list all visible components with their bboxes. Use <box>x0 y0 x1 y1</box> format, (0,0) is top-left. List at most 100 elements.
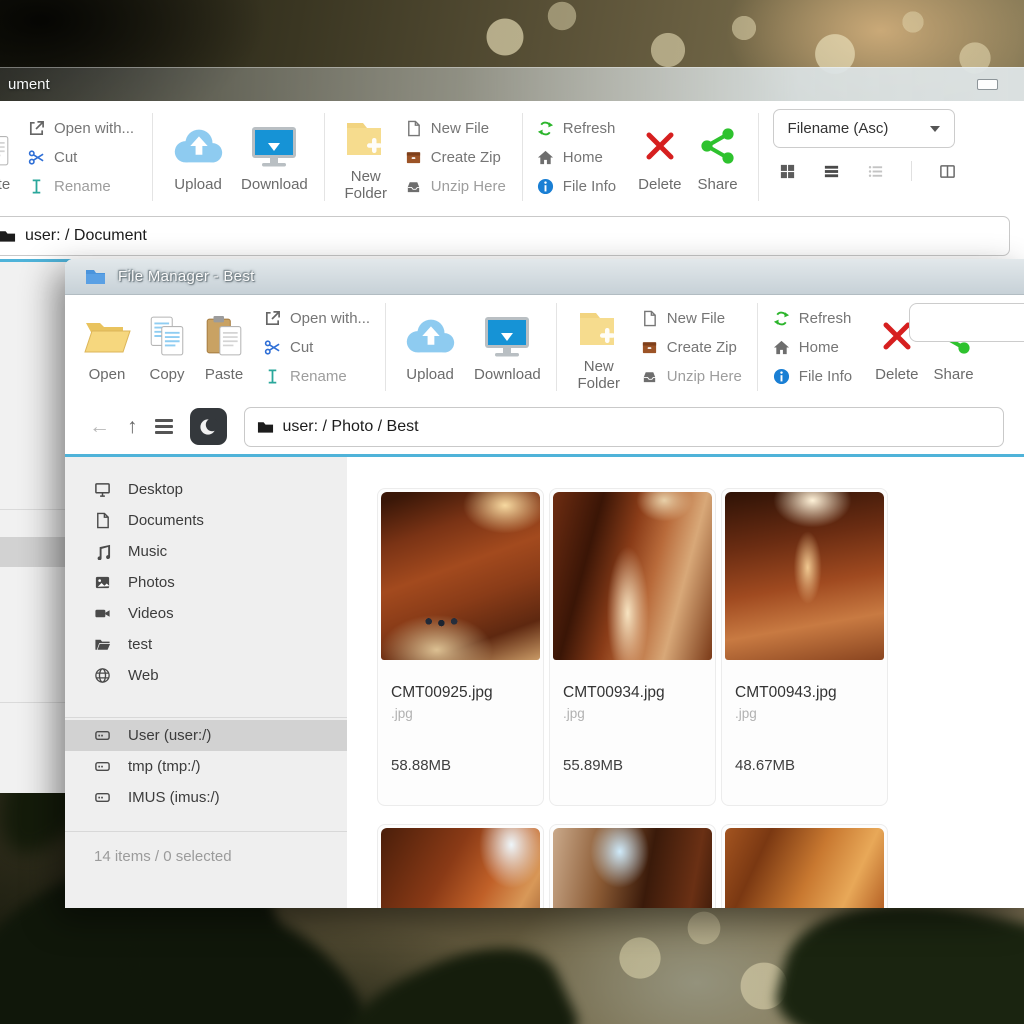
file-info-label: File Info <box>563 178 616 195</box>
unzip-here-button[interactable]: Unzip Here <box>641 367 742 385</box>
home-label: Home <box>563 149 603 166</box>
delete-button[interactable]: Delete <box>638 120 681 193</box>
image-icon <box>94 574 111 591</box>
share-button[interactable]: Share <box>698 120 738 193</box>
new-folder-icon <box>343 112 389 164</box>
sidebar-item-label: IMUS (imus:/) <box>128 789 220 806</box>
file-thumbnail[interactable] <box>381 492 540 660</box>
sidebar-item-label: Photos <box>128 574 175 591</box>
paste-label: Paste <box>205 366 243 383</box>
unzip-here-button[interactable]: Unzip Here <box>405 177 506 195</box>
breadcrumb[interactable]: user: / Photo / Best <box>244 407 1005 447</box>
sidebar-item-photos[interactable]: Photos <box>65 567 347 598</box>
open-with-button[interactable]: Open with... <box>264 309 370 327</box>
sidebar-item-drive-imus[interactable]: IMUS (imus:/) <box>65 782 347 813</box>
columns-view-icon[interactable] <box>939 163 956 180</box>
upload-cloud-icon <box>401 310 459 362</box>
file-thumbnail[interactable] <box>381 828 540 908</box>
rename-button[interactable]: Rename <box>28 177 134 195</box>
window-title: File Manager - Best <box>118 268 255 285</box>
unzip-here-icon <box>641 368 658 385</box>
cut-button[interactable]: Cut <box>28 148 134 166</box>
sidebar-item-label: Music <box>128 543 167 560</box>
create-zip-icon <box>405 149 422 166</box>
sidebar-item-videos[interactable]: Videos <box>65 598 347 629</box>
file-info-icon <box>773 368 790 385</box>
sidebar-item-documents[interactable]: Documents <box>65 505 347 536</box>
file-ext: .jpg <box>735 706 887 721</box>
rename-button[interactable]: Rename <box>264 367 370 385</box>
file-info-button[interactable]: File Info <box>537 177 616 195</box>
file-card[interactable]: CMT00934.jpg .jpg 55.89MB <box>549 488 716 806</box>
file-card[interactable]: CMT00943.jpg .jpg 48.67MB <box>721 488 888 806</box>
file-card[interactable] <box>549 824 716 908</box>
window-folder-icon <box>85 268 106 285</box>
file-size: 58.88MB <box>391 757 543 774</box>
sidebar-item-label: tmp (tmp:/) <box>128 758 201 775</box>
new-folder-icon <box>576 302 622 354</box>
titlebar[interactable]: ument <box>0 67 1024 101</box>
copy-button[interactable]: Copy <box>146 310 188 383</box>
upload-cloud-icon <box>169 120 227 172</box>
new-file-button[interactable]: New File <box>405 119 506 137</box>
upload-button[interactable]: Upload <box>401 310 459 383</box>
open-button[interactable]: Open <box>83 310 131 383</box>
open-with-button[interactable]: Open with... <box>28 119 134 137</box>
home-button[interactable]: Home <box>773 338 852 356</box>
sidebar-item-label: test <box>128 636 152 653</box>
sidebar-item-music[interactable]: Music <box>65 536 347 567</box>
download-label: Download <box>241 176 308 193</box>
paste-button[interactable]: Paste <box>203 310 245 383</box>
file-info-icon <box>537 178 554 195</box>
sidebar-item-drive-tmp[interactable]: tmp (tmp:/) <box>65 751 347 782</box>
up-arrow-icon[interactable]: ↑ <box>127 416 138 437</box>
sidebar-item-test[interactable]: test <box>65 629 347 660</box>
refresh-button[interactable]: Refresh <box>773 309 852 327</box>
file-thumbnail[interactable] <box>553 492 712 660</box>
file-card[interactable]: CMT00925.jpg .jpg 58.88MB <box>377 488 544 806</box>
music-note-icon <box>94 543 111 560</box>
copy-icon <box>146 310 188 362</box>
download-button[interactable]: Download <box>474 310 541 383</box>
minimize-button[interactable] <box>977 79 998 90</box>
breadcrumb[interactable]: user: / Document <box>0 216 1010 256</box>
download-button[interactable]: Download <box>241 120 308 193</box>
file-thumbnail[interactable] <box>553 828 712 908</box>
new-file-button[interactable]: New File <box>641 309 742 327</box>
sort-dropdown-clipped[interactable] <box>909 303 1024 342</box>
cut-label: Cut <box>54 149 77 166</box>
sidebar-item-desktop[interactable]: Desktop <box>65 474 347 505</box>
cut-label: Cut <box>290 339 313 356</box>
create-zip-button[interactable]: Create Zip <box>405 148 506 166</box>
list-view-icon[interactable] <box>823 163 840 180</box>
paste-button[interactable]: Paste <box>0 120 12 193</box>
titlebar[interactable]: File Manager - Best <box>65 259 1024 295</box>
dark-mode-toggle[interactable] <box>190 408 227 445</box>
menu-hamburger-icon[interactable] <box>155 419 173 434</box>
cut-scissors-icon <box>28 149 45 166</box>
create-zip-button[interactable]: Create Zip <box>641 338 742 356</box>
file-card[interactable]: CMT00949.jpg .jpg 52.47MB <box>377 824 544 908</box>
file-info-button[interactable]: File Info <box>773 367 852 385</box>
cut-button[interactable]: Cut <box>264 338 370 356</box>
refresh-button[interactable]: Refresh <box>537 119 616 137</box>
window-file-manager-best[interactable]: File Manager - Best Open <box>65 259 1024 908</box>
refresh-label: Refresh <box>563 120 616 137</box>
file-card[interactable] <box>721 824 888 908</box>
open-with-label: Open with... <box>54 120 134 137</box>
new-folder-button[interactable]: New Folder <box>339 112 393 203</box>
sidebar-item-web[interactable]: Web <box>65 660 347 691</box>
paste-label: Paste <box>0 176 10 193</box>
upload-button[interactable]: Upload <box>169 120 227 193</box>
sidebar-item-drive-user[interactable]: User (user:/) <box>65 720 347 751</box>
sort-dropdown[interactable]: Filename (Asc) <box>773 109 955 148</box>
new-folder-button[interactable]: New Folder <box>572 302 626 393</box>
home-button[interactable]: Home <box>537 148 616 166</box>
file-thumbnail[interactable] <box>725 828 884 908</box>
file-thumbnail[interactable] <box>725 492 884 660</box>
back-arrow-icon[interactable]: ← <box>89 416 110 437</box>
sidebar-item-label: Desktop <box>128 481 183 498</box>
chevron-down-icon <box>930 126 940 132</box>
grid-view-icon[interactable] <box>779 163 796 180</box>
detail-list-view-icon[interactable] <box>867 163 884 180</box>
